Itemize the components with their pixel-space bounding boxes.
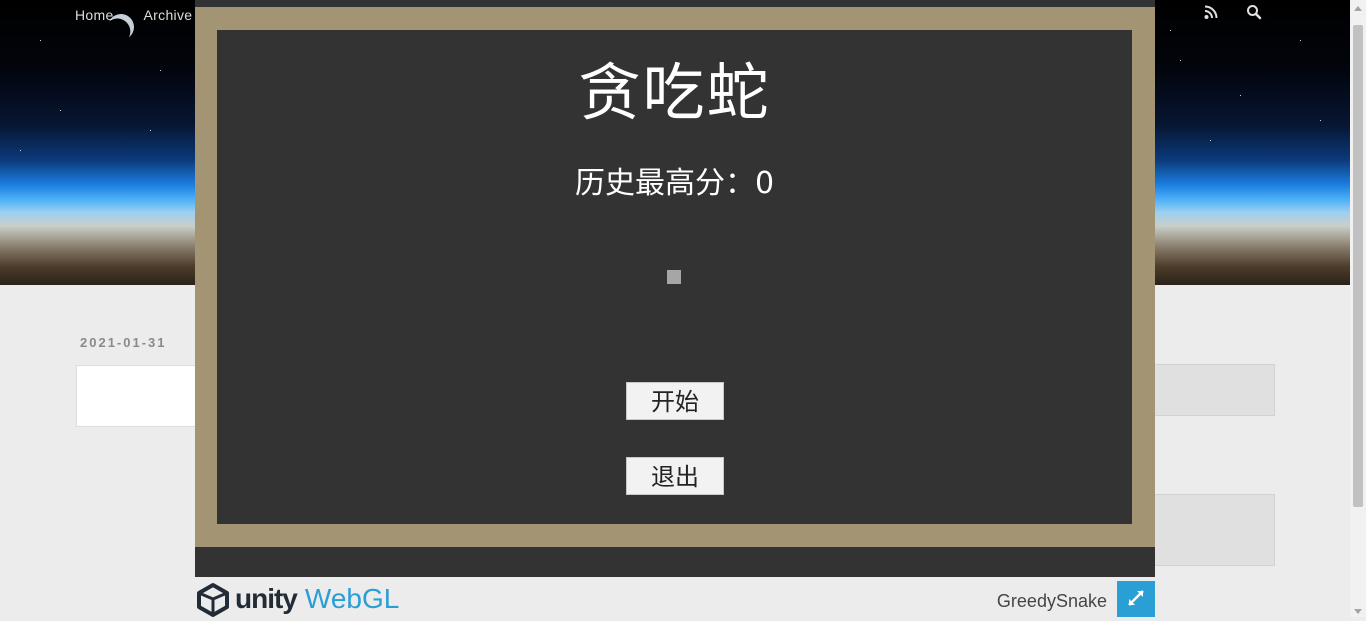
quit-button[interactable]: 退出	[626, 457, 724, 495]
game-name-label: GreedySnake	[996, 591, 1107, 611]
fullscreen-icon	[1128, 590, 1144, 606]
unity-webgl-logo: unity WebGL	[195, 581, 399, 617]
scrollbar-thumb[interactable]	[1353, 25, 1363, 507]
page-scrollbar[interactable]	[1350, 0, 1366, 617]
game-frame: 贪吃蛇 历史最高分：0 开始 退出	[195, 7, 1155, 547]
game-title: 贪吃蛇	[578, 56, 771, 129]
nav-home-link[interactable]: Home	[75, 7, 114, 23]
top-nav: Home Archive	[75, 7, 192, 23]
sidebar-widget	[1140, 364, 1275, 416]
sidebar-widget	[1140, 494, 1275, 566]
start-button[interactable]: 开始	[626, 382, 724, 420]
nav-archives-link[interactable]: Archive	[144, 7, 193, 23]
scroll-down-arrow-icon[interactable]	[1354, 609, 1362, 614]
unity-webgl-container: 贪吃蛇 历史最高分：0 开始 退出 unity WebGL GreedySnak…	[195, 0, 1155, 617]
unity-canvas[interactable]: 贪吃蛇 历史最高分：0 开始 退出	[195, 0, 1155, 577]
high-score-display: 历史最高分：0	[217, 158, 1132, 202]
fullscreen-button[interactable]	[1117, 581, 1155, 617]
snake-head	[667, 270, 681, 284]
post-date: 2021-01-31	[80, 335, 167, 350]
unity-cube-icon	[197, 583, 229, 617]
nav-icons	[1204, 4, 1262, 20]
high-score-label: 历史最高分：	[574, 166, 755, 201]
scroll-up-arrow-icon[interactable]	[1354, 6, 1362, 11]
unity-footer: unity WebGL GreedySnake	[195, 577, 1155, 617]
high-score-value: 0	[754, 166, 775, 201]
search-icon[interactable]	[1246, 4, 1262, 20]
game-screen[interactable]: 贪吃蛇 历史最高分：0 开始 退出	[217, 30, 1132, 524]
unity-logo-text: unity	[235, 583, 298, 614]
rss-icon[interactable]	[1204, 4, 1218, 20]
webgl-logo-text: WebGL	[304, 583, 400, 614]
